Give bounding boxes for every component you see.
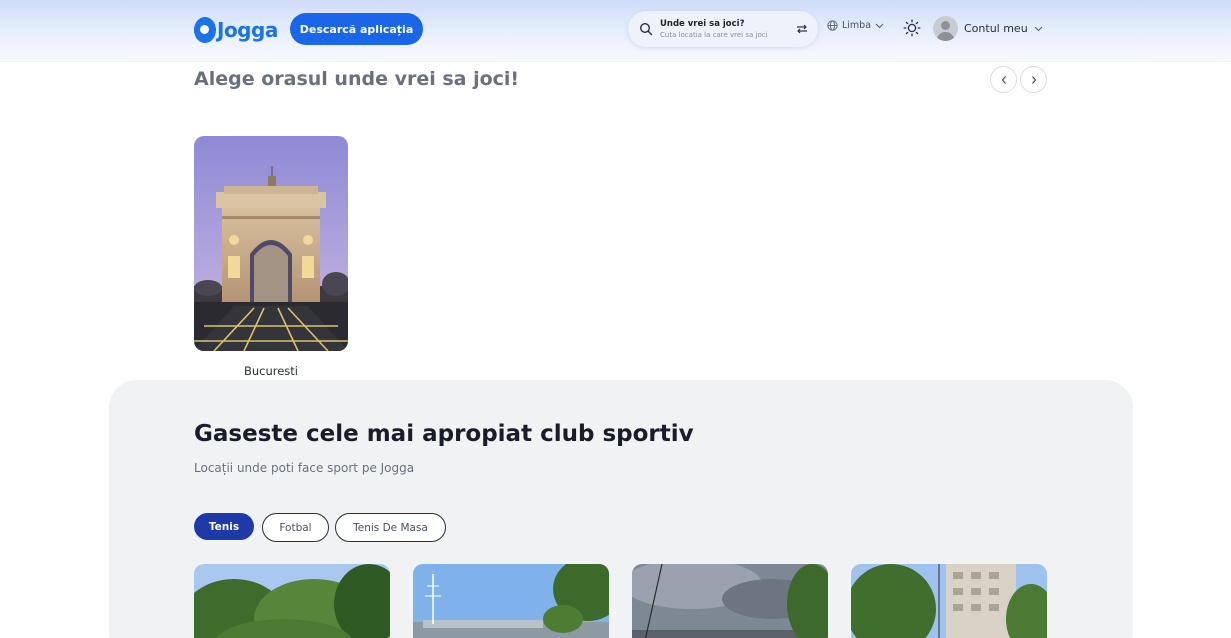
download-app-button[interactable]: Descarcă aplicația [290,13,423,45]
clubs-section-subtitle: Locații unde poti face sport pe Jogga [194,461,415,475]
club-photo [632,564,828,638]
club-card[interactable] [851,564,1047,638]
city-photo [194,136,348,351]
jogga-logo[interactable]: Jogga [194,15,278,45]
tab-fotbal[interactable]: Fotbal [262,513,329,542]
search-placeholder: Cuta locatia la care vrei sa joci [660,31,768,39]
logo-text: Jogga [217,18,278,42]
logo-mark-icon [194,17,216,43]
language-selector[interactable]: Limba [827,20,884,31]
club-photo [194,564,390,638]
language-label: Limba [842,20,872,31]
carousel-prev-button[interactable] [990,66,1017,93]
city-card-bucuresti[interactable] [194,136,348,351]
tab-tenis-de-masa[interactable]: Tenis De Masa [335,513,446,542]
city-label: Bucuresti [243,364,299,378]
globe-icon [827,20,838,31]
chevron-right-icon [1031,75,1036,84]
account-label: Contul meu [964,22,1028,35]
search-title: Unde vrei sa joci? [660,19,745,29]
club-card[interactable] [632,564,828,638]
account-menu[interactable]: Contul meu [933,16,1043,41]
location-search[interactable]: Unde vrei sa joci? Cuta locatia la care … [628,11,818,47]
clubs-section-title: Gaseste cele mai apropiat club sportiv [194,421,694,447]
chevron-down-icon [875,23,884,28]
club-photo [851,564,1047,638]
top-header: Jogga Descarcă aplicația Unde vrei sa jo… [0,0,1231,62]
search-icon [639,22,653,36]
club-photo [413,564,609,638]
carousel-next-button[interactable] [1020,66,1047,93]
avatar [933,16,958,41]
tab-tenis[interactable]: Tenis [194,513,254,540]
chevron-left-icon [1001,75,1006,84]
filter-icon[interactable] [796,23,808,35]
club-card[interactable] [413,564,609,638]
cities-section-title: Alege orasul unde vrei sa joci! [194,68,520,90]
club-card[interactable] [194,564,390,638]
sun-icon[interactable] [903,19,921,37]
chevron-down-icon [1034,26,1043,31]
